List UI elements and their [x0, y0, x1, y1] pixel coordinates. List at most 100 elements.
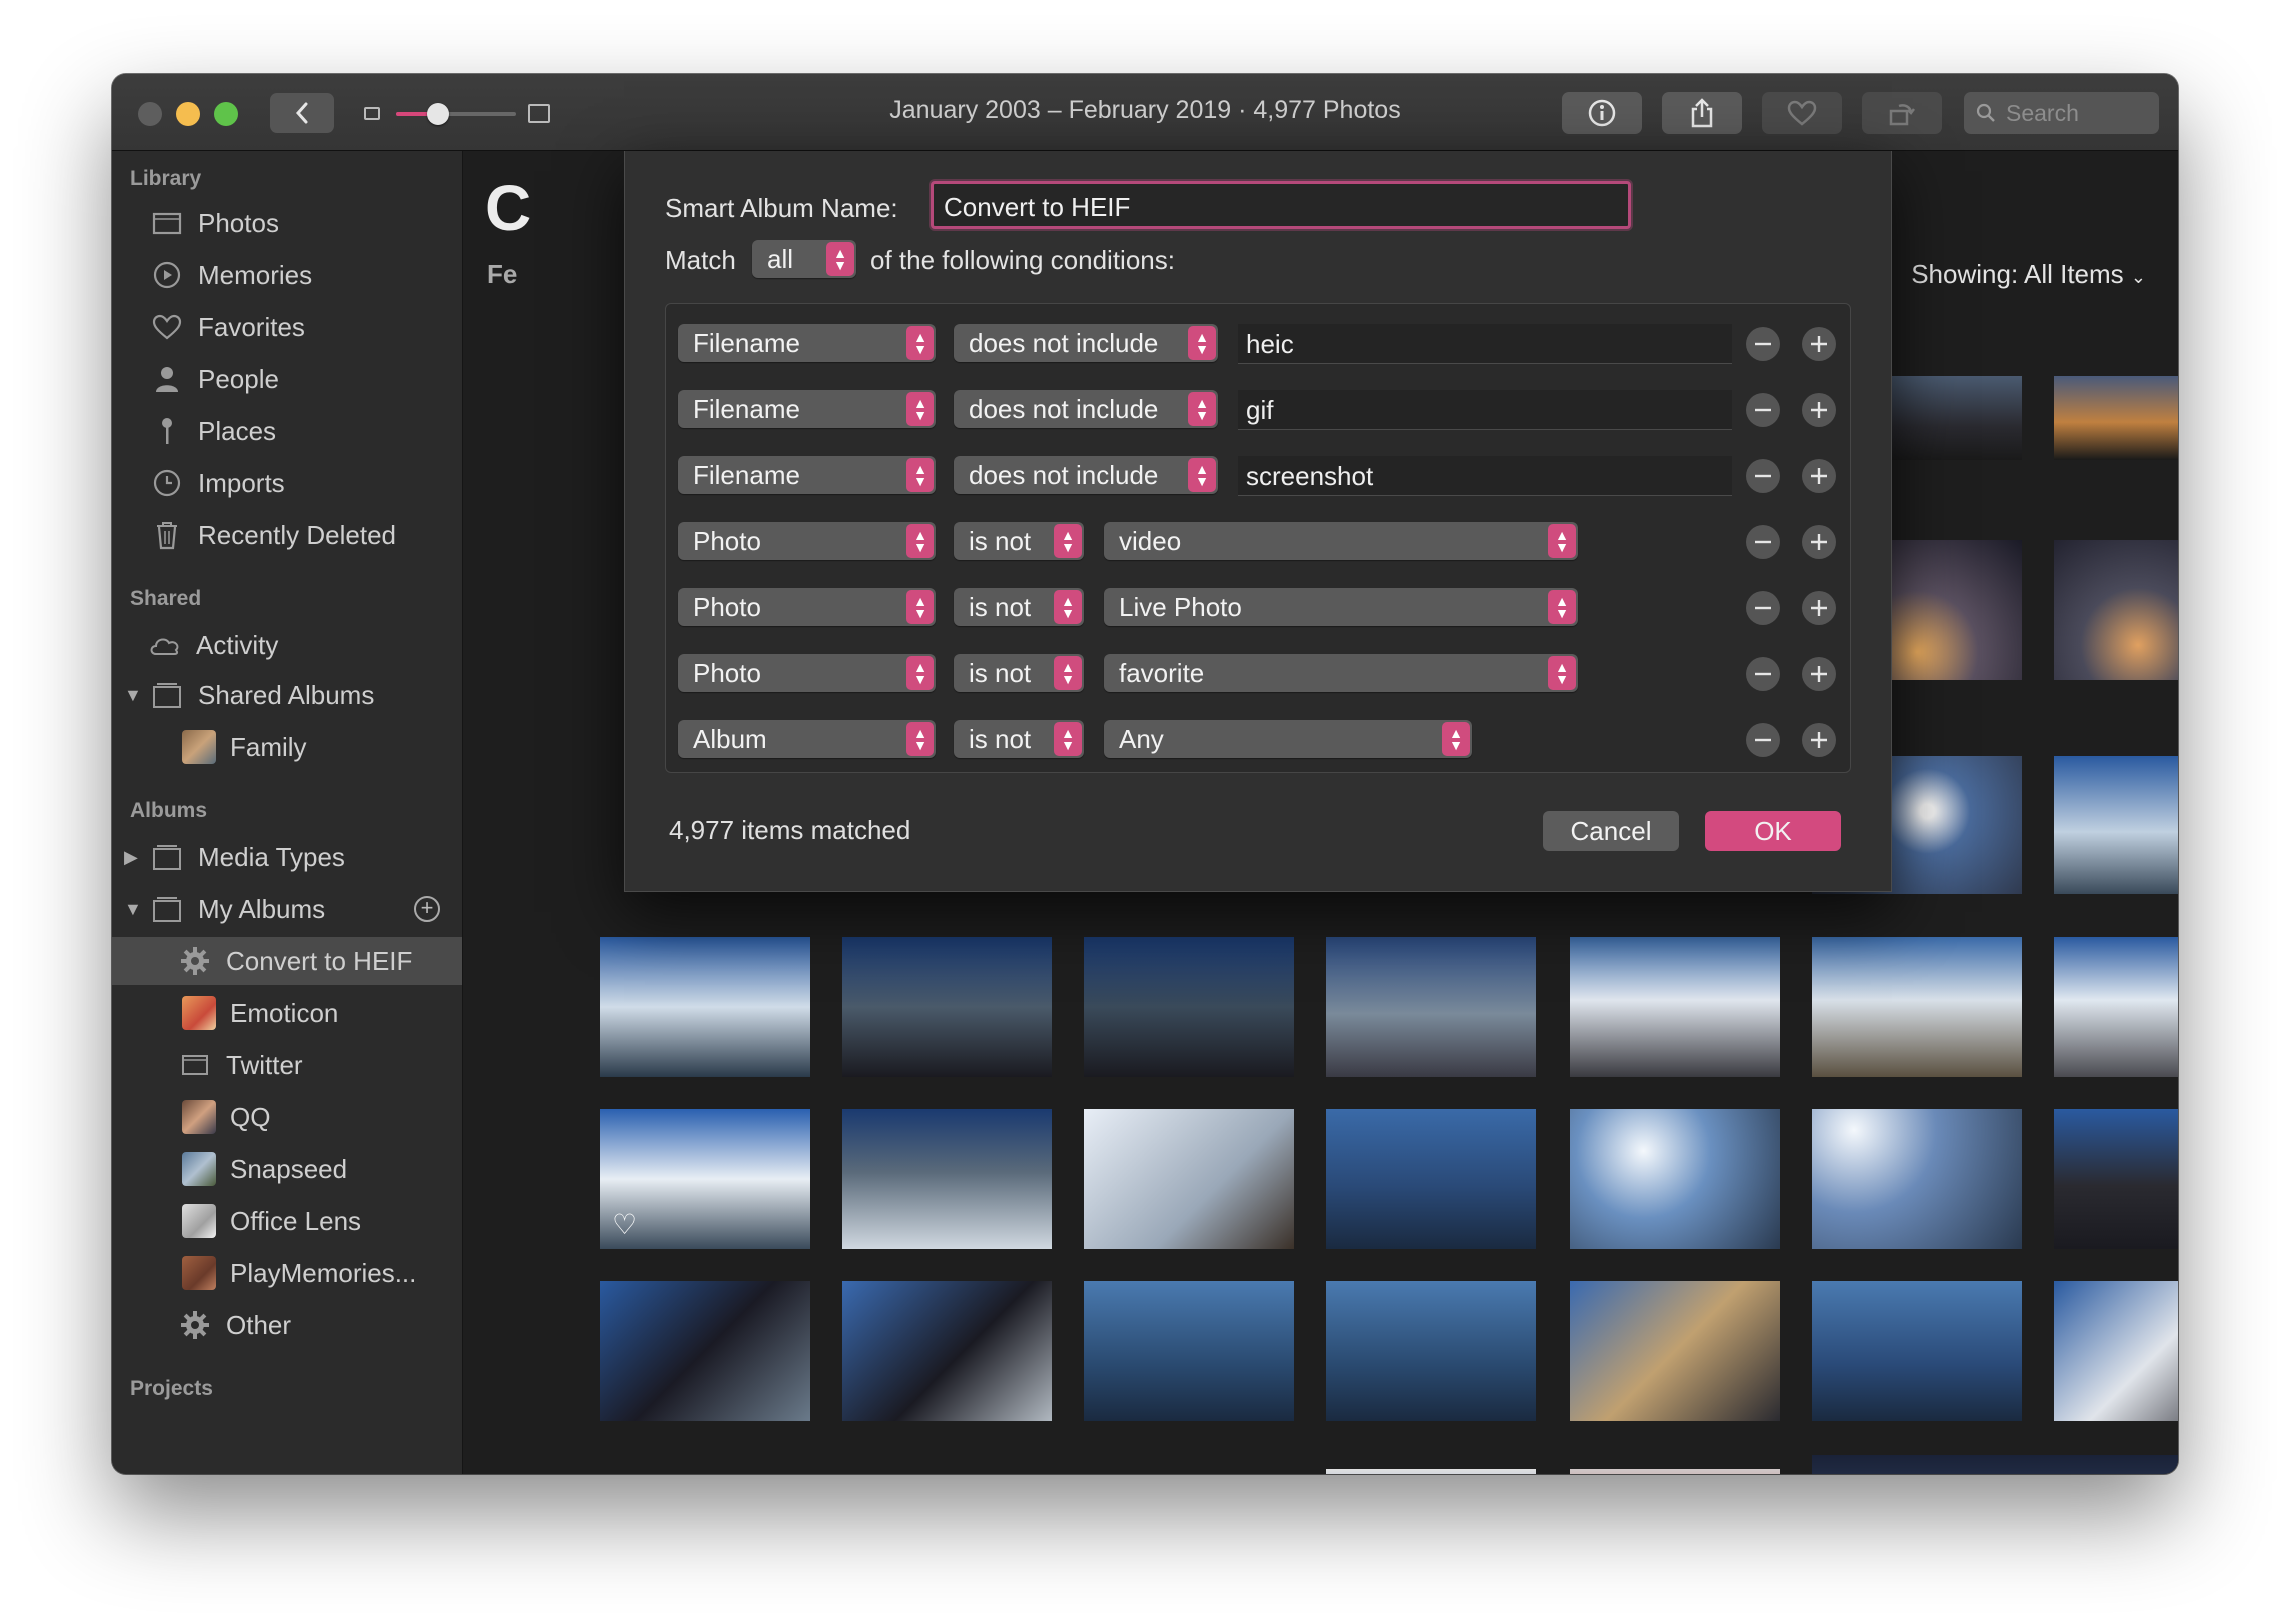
condition-operator-popup[interactable]: is not ▲ ▼ [954, 522, 1084, 560]
condition-value-popup[interactable]: Live Photo ▲ ▼ [1104, 588, 1578, 626]
remove-condition-button[interactable] [1746, 327, 1780, 361]
photo-thumbnail[interactable] [1326, 1281, 1536, 1421]
photo-thumbnail[interactable] [1326, 1469, 1536, 1474]
add-condition-button[interactable] [1802, 459, 1836, 493]
info-button[interactable] [1562, 92, 1642, 134]
share-icon [1691, 98, 1713, 128]
sidebar-item-photos[interactable]: Photos [112, 199, 462, 247]
sidebar-item-recently-deleted[interactable]: Recently Deleted [112, 511, 462, 559]
condition-value-popup[interactable]: favorite ▲ ▼ [1104, 654, 1578, 692]
photo-thumbnail[interactable] [600, 937, 810, 1077]
photo-thumbnail[interactable] [842, 1109, 1052, 1249]
showing-filter[interactable]: Showing: All Items ⌄ [1911, 259, 2146, 290]
add-album-icon[interactable]: + [414, 896, 440, 922]
rotate-button[interactable] [1862, 92, 1942, 134]
photo-thumbnail[interactable] [1570, 1109, 1780, 1249]
match-mode-popup[interactable]: all ▲ ▼ [752, 240, 856, 278]
sidebar-item-playmemories[interactable]: PlayMemories... [112, 1249, 462, 1297]
sidebar-item-office-lens[interactable]: Office Lens [112, 1197, 462, 1245]
condition-value-popup-value: favorite [1119, 658, 1205, 688]
photo-thumbnail[interactable] [1084, 1281, 1294, 1421]
remove-condition-button[interactable] [1746, 723, 1780, 757]
condition-operator-popup[interactable]: is not ▲ ▼ [954, 588, 1084, 626]
photo-thumbnail[interactable] [1812, 1281, 2022, 1421]
updown-chevron-icon: ▲ ▼ [906, 392, 934, 426]
sidebar-item-favorites[interactable]: Favorites [112, 303, 462, 351]
condition-value-popup[interactable]: Any ▲ ▼ [1104, 720, 1472, 758]
photo-thumbnail[interactable] [1812, 1455, 2178, 1474]
condition-operator-popup[interactable]: does not include ▲ ▼ [954, 324, 1218, 362]
photo-thumbnail[interactable] [1084, 1109, 1294, 1249]
photo-thumbnail[interactable] [2054, 1109, 2178, 1249]
remove-condition-button[interactable] [1746, 525, 1780, 559]
sidebar-item-qq[interactable]: QQ [112, 1093, 462, 1141]
condition-field-popup[interactable]: Filename ▲ ▼ [678, 456, 936, 494]
sidebar-item-convert-to-heif[interactable]: Convert to HEIF [112, 937, 462, 985]
photo-thumbnail[interactable] [2054, 540, 2178, 680]
condition-value-field[interactable]: screenshot [1238, 456, 1732, 496]
sidebar-item-media-types[interactable]: ▶ Media Types [112, 833, 462, 881]
search-field[interactable]: Search [1964, 92, 2159, 134]
photo-thumbnail[interactable] [2054, 756, 2178, 894]
condition-field-popup[interactable]: Filename ▲ ▼ [678, 324, 936, 362]
add-condition-button[interactable] [1802, 393, 1836, 427]
photo-thumbnail[interactable] [1084, 937, 1294, 1077]
photo-thumbnail[interactable] [2054, 376, 2178, 460]
photo-thumbnail[interactable] [2054, 1281, 2178, 1421]
photo-thumbnail[interactable] [1326, 937, 1536, 1077]
sidebar-item-snapseed[interactable]: Snapseed [112, 1145, 462, 1193]
add-condition-button[interactable] [1802, 591, 1836, 625]
add-condition-button[interactable] [1802, 327, 1836, 361]
disclosure-expanded-icon[interactable]: ▼ [124, 899, 142, 920]
add-condition-button[interactable] [1802, 723, 1836, 757]
disclosure-expanded-icon[interactable]: ▼ [124, 685, 142, 706]
sidebar-item-my-albums[interactable]: ▼ My Albums + [112, 885, 462, 933]
photo-thumbnail[interactable] [1812, 937, 2022, 1077]
sidebar-item-people[interactable]: People [112, 355, 462, 403]
photo-thumbnail[interactable] [842, 937, 1052, 1077]
sidebar-item-memories[interactable]: Memories [112, 251, 462, 299]
favorite-button[interactable] [1762, 92, 1842, 134]
photo-thumbnail[interactable] [1570, 1469, 1780, 1474]
sidebar-item-places[interactable]: Places [112, 407, 462, 455]
condition-field-popup[interactable]: Photo ▲ ▼ [678, 654, 936, 692]
condition-field-popup[interactable]: Photo ▲ ▼ [678, 588, 936, 626]
condition-value-field[interactable]: gif [1238, 390, 1732, 430]
toolbar: January 2003 – February 2019 · 4,977 Pho… [112, 74, 2178, 151]
photo-thumbnail[interactable] [1570, 937, 1780, 1077]
condition-value-popup[interactable]: video ▲ ▼ [1104, 522, 1578, 560]
remove-condition-button[interactable] [1746, 393, 1780, 427]
sidebar-item-activity[interactable]: Activity [112, 621, 462, 669]
add-condition-button[interactable] [1802, 657, 1836, 691]
remove-condition-button[interactable] [1746, 591, 1780, 625]
condition-operator-popup[interactable]: is not ▲ ▼ [954, 654, 1084, 692]
photo-thumbnail[interactable]: ♡ [600, 1109, 810, 1249]
photo-thumbnail[interactable] [2054, 937, 2178, 1077]
sidebar-item-family[interactable]: Family [112, 723, 462, 771]
sidebar-item-other[interactable]: Other [112, 1301, 462, 1349]
condition-value-field[interactable]: heic [1238, 324, 1732, 364]
sidebar-item-emoticon[interactable]: Emoticon [112, 989, 462, 1037]
disclosure-collapsed-icon[interactable]: ▶ [124, 847, 138, 868]
cancel-button[interactable]: Cancel [1543, 811, 1679, 851]
condition-field-popup[interactable]: Album ▲ ▼ [678, 720, 936, 758]
photo-thumbnail[interactable] [1570, 1281, 1780, 1421]
add-condition-button[interactable] [1802, 525, 1836, 559]
condition-field-popup[interactable]: Photo ▲ ▼ [678, 522, 936, 560]
photo-thumbnail[interactable] [1812, 1109, 2022, 1249]
ok-button[interactable]: OK [1705, 811, 1841, 851]
condition-operator-popup[interactable]: is not ▲ ▼ [954, 720, 1084, 758]
condition-operator-popup[interactable]: does not include ▲ ▼ [954, 390, 1218, 428]
condition-field-popup[interactable]: Filename ▲ ▼ [678, 390, 936, 428]
remove-condition-button[interactable] [1746, 459, 1780, 493]
share-button[interactable] [1662, 92, 1742, 134]
remove-condition-button[interactable] [1746, 657, 1780, 691]
photo-thumbnail[interactable] [600, 1281, 810, 1421]
photo-thumbnail[interactable] [1326, 1109, 1536, 1249]
sidebar-item-shared-albums[interactable]: ▼ Shared Albums [112, 671, 462, 719]
smart-album-name-field[interactable]: Convert to HEIF [931, 181, 1631, 229]
photo-thumbnail[interactable] [842, 1281, 1052, 1421]
condition-operator-popup[interactable]: does not include ▲ ▼ [954, 456, 1218, 494]
sidebar-item-twitter[interactable]: Twitter [112, 1041, 462, 1089]
sidebar-item-imports[interactable]: Imports [112, 459, 462, 507]
